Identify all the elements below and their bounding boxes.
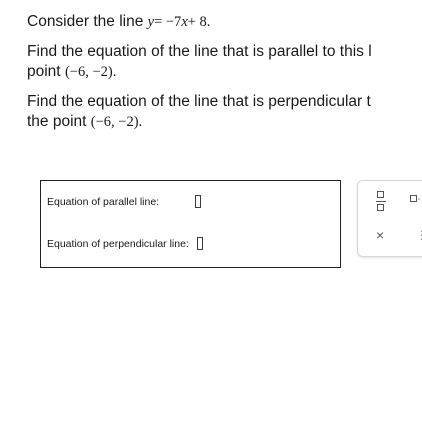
equation-intercept: + 8.: [187, 14, 211, 30]
perpendicular-input[interactable]: [196, 237, 203, 250]
parallel-input[interactable]: [195, 195, 202, 208]
fraction-bar: [376, 201, 386, 202]
math-tool-panel: ▫ × ⋮: [357, 180, 422, 257]
perpendicular-row: Equation of perpendicular line:: [47, 237, 203, 250]
perp-prompt-line2: the point (−6, −2).: [27, 112, 142, 132]
close-icon[interactable]: ×: [376, 228, 384, 242]
mixed-number-fraction: ▫: [418, 197, 421, 203]
fraction-denominator-box: [377, 204, 384, 211]
answer-box: Equation of parallel line: Equation of p…: [40, 180, 341, 268]
perpendicular-label: Equation of perpendicular line:: [47, 237, 189, 250]
line-equation: y= −7x+ 8.: [148, 14, 211, 30]
equation-slope: = −7: [154, 14, 182, 30]
mixed-number-box: [410, 195, 417, 202]
parallel-prompt-line2: point (−6, −2).: [27, 62, 116, 82]
fraction-numerator-box: [377, 191, 384, 198]
parallel-prompt-word: point: [27, 63, 61, 80]
fraction-icon[interactable]: [376, 191, 386, 213]
perp-prompt-line1: Find the equation of the line that is pe…: [27, 93, 371, 110]
perp-prompt-word: the point: [27, 113, 87, 130]
more-icon[interactable]: ⋮: [416, 229, 422, 241]
intro-text: Consider the line y= −7x+ 8.: [27, 12, 210, 32]
mixed-number-icon[interactable]: ▫: [410, 195, 422, 205]
parallel-label: Equation of parallel line:: [47, 195, 160, 208]
perp-point: (−6, −2).: [90, 114, 143, 130]
parallel-point: (−6, −2).: [64, 64, 117, 80]
question-page: Consider the line y= −7x+ 8. Find the eq…: [0, 0, 422, 423]
intro-prefix: Consider the line: [27, 13, 144, 30]
parallel-row: Equation of parallel line:: [47, 195, 202, 208]
parallel-prompt-line1: Find the equation of the line that is pa…: [27, 43, 372, 60]
